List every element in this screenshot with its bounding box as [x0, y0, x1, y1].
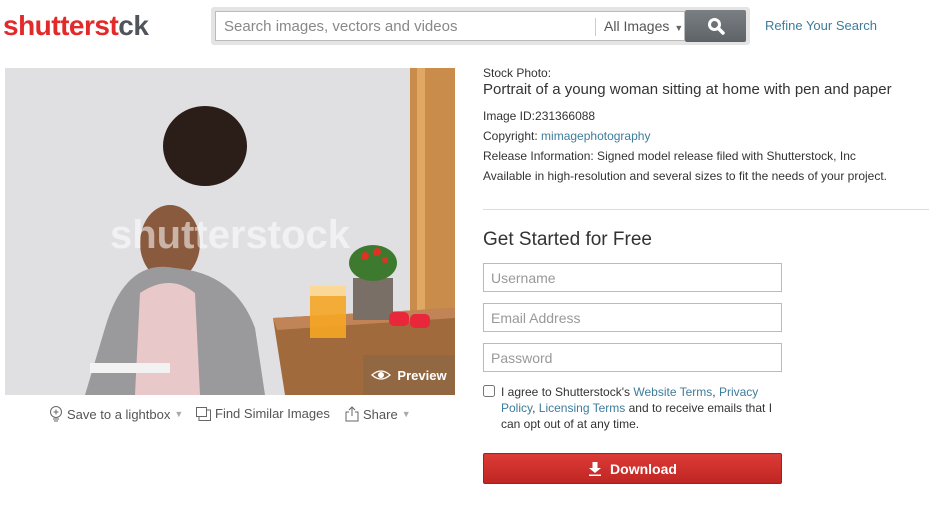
share-button[interactable]: Share ▼ [345, 406, 411, 422]
copyright-holder-link[interactable]: mimagephotography [541, 129, 650, 143]
search-input[interactable] [216, 12, 592, 40]
separator: , [712, 385, 719, 399]
logo-text-red: shutterst [3, 10, 119, 41]
search-divider [595, 18, 596, 36]
licensing-terms-link[interactable]: Licensing Terms [539, 401, 625, 415]
share-icon [345, 406, 359, 422]
category-select[interactable]: All Images ▼ [604, 12, 683, 40]
search-button[interactable] [685, 10, 746, 42]
stock-photo[interactable]: shutterstock Preview [5, 68, 455, 395]
category-select-value: All Images [604, 18, 670, 34]
download-arrow-icon [589, 461, 602, 476]
caret-down-icon: ▼ [674, 23, 684, 33]
agree-text: I agree to Shutterstock's Website Terms,… [501, 384, 793, 432]
share-label: Share [363, 406, 398, 422]
image-details: Stock Photo: Portrait of a young woman s… [483, 66, 923, 186]
preview-label: Preview [397, 367, 447, 383]
caret-down-icon: ▼ [401, 409, 411, 419]
download-label: Download [610, 460, 677, 477]
caret-down-icon: ▼ [174, 409, 184, 419]
find-similar-label: Find Similar Images [215, 406, 330, 421]
search-box: All Images ▼ [215, 11, 685, 41]
copyright: Copyright: mimagephotography [483, 126, 923, 146]
signup-heading: Get Started for Free [483, 229, 652, 250]
divider [483, 209, 929, 210]
image-title: Portrait of a young woman sitting at hom… [483, 81, 892, 98]
preview-button[interactable]: Preview [363, 355, 455, 395]
password-field [483, 343, 782, 372]
image-id-value: 231366088 [535, 109, 596, 123]
email-input[interactable] [484, 304, 781, 331]
availability-info: Available in high-resolution and several… [483, 169, 888, 183]
password-input[interactable] [484, 344, 781, 371]
logo-text-grey: ck [118, 10, 149, 41]
eye-icon [371, 370, 392, 380]
save-to-lightbox-label: Save to a lightbox [67, 406, 171, 422]
search-icon [707, 18, 725, 35]
username-input[interactable] [484, 264, 781, 291]
terms-agreement: I agree to Shutterstock's Website Terms,… [483, 384, 793, 432]
website-terms-link[interactable]: Website Terms [633, 385, 712, 399]
similar-images-icon [196, 406, 211, 421]
shutterstock-logo[interactable]: shutterstck [3, 10, 149, 42]
lightbulb-plus-icon [50, 406, 62, 422]
agree-checkbox[interactable] [483, 385, 495, 397]
image-id-label: Image ID: [483, 109, 536, 123]
username-field [483, 263, 782, 292]
email-field [483, 303, 782, 332]
search-bar: All Images ▼ [211, 7, 750, 45]
watermark: shutterstock [110, 213, 351, 257]
refine-search-link[interactable]: Refine Your Search [765, 18, 877, 33]
image-id: Image ID:231366088 [483, 106, 923, 126]
download-button[interactable]: Download [483, 453, 782, 484]
stock-photo-label: Stock Photo: [483, 66, 552, 80]
copyright-label: Copyright: [483, 129, 538, 143]
release-info: Release Information: Signed model releas… [483, 149, 856, 163]
find-similar-images-button[interactable]: Find Similar Images [196, 406, 330, 421]
photo-illustration: shutterstock [5, 68, 455, 395]
save-to-lightbox-button[interactable]: Save to a lightbox ▼ [49, 406, 183, 422]
separator: , [532, 401, 539, 415]
agree-prefix: I agree to Shutterstock's [501, 385, 634, 399]
